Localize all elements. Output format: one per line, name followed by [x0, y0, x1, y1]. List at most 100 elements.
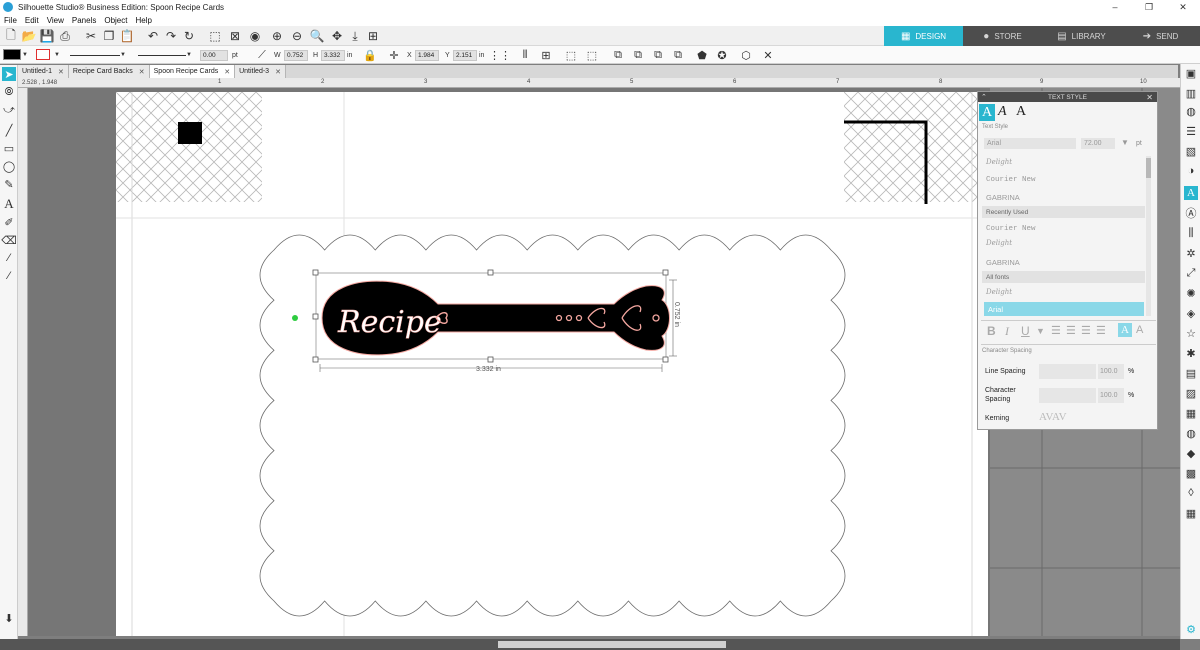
- modify-panel-icon[interactable]: ✺: [1184, 286, 1198, 300]
- replicate-panel-icon[interactable]: ✲: [1184, 246, 1198, 260]
- zoom-in-icon[interactable]: ⊕: [270, 29, 284, 43]
- position-icon[interactable]: ✛: [388, 49, 400, 62]
- line-style-dropdown-icon[interactable]: ▼: [120, 48, 126, 62]
- font-list-item[interactable]: Delight: [986, 288, 1012, 296]
- fit-to-page-icon[interactable]: ⤓: [348, 29, 362, 43]
- transform-panel-icon[interactable]: ⤢: [1184, 266, 1198, 280]
- select-by-color-icon[interactable]: ◉: [248, 29, 262, 43]
- fill-dropdown-icon[interactable]: ▼: [22, 48, 28, 62]
- close-tab-icon[interactable]: ✕: [275, 68, 281, 76]
- ungroup-icon[interactable]: ⬚: [586, 49, 598, 62]
- width-input[interactable]: 0.752: [284, 50, 308, 61]
- library-download-icon[interactable]: ⬇: [2, 611, 16, 625]
- paste-icon[interactable]: 📋: [120, 29, 135, 43]
- shapes-icon[interactable]: ⬟: [696, 49, 708, 62]
- tab-send[interactable]: ➔ SEND: [1121, 26, 1200, 46]
- font-list-item[interactable]: GABRINA: [986, 258, 1020, 267]
- grid-align-icon[interactable]: ⋮⋮: [489, 49, 511, 62]
- curve-tool-icon[interactable]: ⤻: [2, 103, 16, 117]
- spoon-recipe-text[interactable]: Recipe: [337, 305, 442, 341]
- pan-icon[interactable]: ✥: [330, 29, 344, 43]
- maximize-button[interactable]: ❐: [1132, 2, 1166, 13]
- menu-view[interactable]: View: [47, 16, 64, 25]
- x-position-input[interactable]: 1.984: [415, 50, 439, 61]
- line-width-preview[interactable]: [138, 55, 186, 56]
- print-icon[interactable]: ⎙: [58, 29, 72, 43]
- select-all-icon[interactable]: ⬚: [208, 29, 222, 43]
- redraw-icon[interactable]: ↻: [182, 29, 196, 43]
- design-page[interactable]: Recipe 3.332 in 0.752 in: [116, 92, 988, 636]
- close-tab-icon[interactable]: ✕: [58, 68, 64, 76]
- panel-close-icon[interactable]: ✕: [1146, 93, 1153, 102]
- edit-points-icon[interactable]: ⦾: [2, 85, 16, 99]
- open-folder-icon[interactable]: 📂: [22, 29, 37, 43]
- close-tab-icon[interactable]: ✕: [139, 68, 145, 76]
- italic-button[interactable]: I: [1005, 324, 1009, 339]
- doc-tab-untitled-1[interactable]: Untitled-1 ✕: [18, 65, 69, 78]
- font-list-scrollbar[interactable]: [1146, 156, 1151, 316]
- zoom-out-icon[interactable]: ⊖: [290, 29, 304, 43]
- settings-gear-icon[interactable]: ⚙: [1184, 622, 1198, 636]
- horizontal-scrollbar[interactable]: [0, 639, 1180, 650]
- send-back-icon[interactable]: ⧉: [672, 49, 684, 61]
- char-spacing-input[interactable]: 100.0: [1098, 388, 1124, 403]
- align-panel-icon[interactable]: ⫼: [1184, 226, 1198, 240]
- justify-icon[interactable]: ☰: [1096, 324, 1106, 337]
- close-button[interactable]: ✕: [1166, 2, 1200, 13]
- page-setup-icon[interactable]: ▣: [1184, 66, 1198, 80]
- fill-tool-icon[interactable]: ✐: [2, 215, 16, 229]
- tab-design[interactable]: ▦ DESIGN: [884, 26, 963, 46]
- font-size-dropdown-icon[interactable]: ▼: [1121, 138, 1129, 147]
- menu-help[interactable]: Help: [135, 16, 151, 25]
- fill-panel-icon[interactable]: ◍: [1184, 104, 1198, 118]
- scrollbar-thumb[interactable]: [498, 641, 726, 648]
- fit-window-icon[interactable]: ⊞: [366, 29, 380, 43]
- cut-icon[interactable]: ✂: [84, 29, 98, 43]
- char-spacing-slider[interactable]: [1039, 388, 1096, 403]
- doc-tab-untitled-3[interactable]: Untitled-3 ✕: [235, 65, 286, 78]
- minimize-button[interactable]: –: [1098, 2, 1132, 13]
- font-list-item[interactable]: Courier New: [986, 225, 1036, 233]
- new-document-icon[interactable]: 🗋: [4, 28, 18, 43]
- vertical-text-icon[interactable]: A: [1136, 324, 1143, 336]
- bring-front-icon[interactable]: ⧉: [652, 49, 664, 61]
- send-backward-icon[interactable]: ⧉: [632, 49, 644, 61]
- rectangle-tool-icon[interactable]: ▭: [2, 141, 16, 155]
- text-style-panel-icon[interactable]: A: [1184, 186, 1198, 200]
- offset-panel-icon[interactable]: ◈: [1184, 306, 1198, 320]
- line-width-input[interactable]: 0.00: [200, 50, 228, 61]
- center-icon[interactable]: ⊞: [540, 49, 552, 62]
- ellipse-tool-icon[interactable]: ◯: [2, 159, 16, 173]
- line-spacing-input[interactable]: 100.0: [1098, 364, 1124, 379]
- grid-panel-icon[interactable]: ▦: [1184, 506, 1198, 520]
- rhinestone-panel-icon[interactable]: ▩: [1184, 466, 1198, 480]
- delete-icon[interactable]: ✕: [762, 49, 774, 62]
- format-dropdown-icon[interactable]: ▼: [1036, 326, 1045, 336]
- rotate-handle[interactable]: [292, 315, 298, 321]
- y-position-input[interactable]: 2.151: [453, 50, 477, 61]
- redo-icon[interactable]: ↷: [164, 29, 178, 43]
- line-width-dropdown-icon[interactable]: ▼: [186, 48, 192, 62]
- layers-panel-icon[interactable]: ▤: [1184, 366, 1198, 380]
- align-left-icon[interactable]: ☰: [1051, 324, 1061, 337]
- contrast-panel-icon[interactable]: ◑: [1184, 164, 1198, 178]
- font-list-item-selected[interactable]: Arial: [984, 302, 1144, 316]
- nesting-panel-icon[interactable]: ◆: [1184, 446, 1198, 460]
- pixscan-panel-icon[interactable]: ▦: [1184, 406, 1198, 420]
- menu-file[interactable]: File: [4, 16, 17, 25]
- hatch-panel-icon[interactable]: ▨: [1184, 386, 1198, 400]
- text-path-tab-icon[interactable]: A: [998, 104, 1007, 120]
- trace-panel-icon[interactable]: ☆: [1184, 326, 1198, 340]
- doc-tab-recipe-card-backs[interactable]: Recipe Card Backs ✕: [68, 65, 150, 78]
- height-input[interactable]: 3.332: [321, 50, 345, 61]
- menu-edit[interactable]: Edit: [25, 16, 39, 25]
- line-panel-icon[interactable]: ☰: [1184, 124, 1198, 138]
- 3d-box-icon[interactable]: ⬡: [740, 49, 752, 62]
- text-to-path-icon[interactable]: Ⓐ: [1184, 206, 1198, 220]
- sketch-panel-icon[interactable]: ✱: [1184, 346, 1198, 360]
- copy-icon[interactable]: ❐: [102, 29, 116, 43]
- text-warp-tab-icon[interactable]: A: [1016, 104, 1026, 120]
- collapse-icon[interactable]: ⌃: [981, 93, 987, 101]
- pencil-tool-icon[interactable]: ✎: [2, 177, 16, 191]
- group-icon[interactable]: ⬚: [565, 49, 577, 62]
